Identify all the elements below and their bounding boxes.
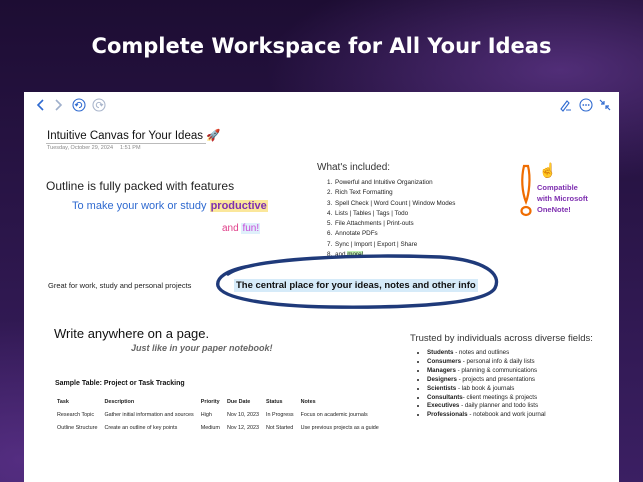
onenote-line: with Microsoft [537,194,588,203]
task-table[interactable]: Task Description Priority Due Date Statu… [55,399,384,438]
table-row[interactable]: Outline Structure Create an outline of k… [55,425,384,438]
list-item: Powerful and Intuitive Organization [334,178,455,188]
trusted-list[interactable]: Students - notes and outlines Consumers … [418,349,546,420]
table-header: Description [104,399,135,405]
list-item: Consultants- client meetings & projects [427,394,546,403]
role-label: Professionals [427,411,468,419]
note-canvas[interactable]: Intuitive Canvas for Your Ideas 🚀 Tuesda… [24,92,619,482]
fun-prefix: and [222,223,242,234]
role-label: Executives [427,402,460,410]
table-header: Status [266,399,283,405]
table-cell: Use previous projects as a guide [300,425,379,431]
role-desc: - client meetings & projects [462,393,538,401]
redo-icon[interactable] [92,98,106,112]
toolbar [24,92,619,118]
role-label: Students [427,349,454,356]
table-header: Due Date [226,399,251,405]
page-headline: Complete Workspace for All Your Ideas [91,34,552,58]
table-cell: Medium [200,425,220,431]
role-desc: - planning & communications [455,366,538,374]
list-item: File Attachments | Print-outs [334,219,455,229]
list-item: Annotate PDFs [334,229,455,239]
included-heading[interactable]: What's included: [317,162,390,173]
list-item: Lists | Tables | Tags | Todo [334,209,455,219]
list-item: Students - notes and outlines [427,349,546,358]
role-label: Managers [427,366,456,374]
title-divider [46,143,206,144]
table-cell: High [200,412,212,418]
list-item: Designers - projects and presentations [427,376,546,385]
role-desc: - personal info & daily lists [461,357,535,365]
table-cell: In Progress [266,412,294,418]
productive-highlight: productive [209,200,268,212]
paper-notebook-subtext[interactable]: Just like in your paper notebook! [131,343,273,353]
outline-heading[interactable]: Outline is fully packed with features [46,179,234,193]
list-item: Scientists - lab book & journals [427,385,546,394]
outline-fun[interactable]: and fun! [222,223,261,234]
more-icon[interactable] [579,98,593,112]
role-label: Scientists [427,384,457,392]
table-cell: Gather initial information and sources [104,412,194,418]
outline-sub-prefix: To make your work or study [72,200,210,212]
note-date: Tuesday, October 29, 2024 1:51 PM [47,145,141,151]
trusted-heading[interactable]: Trusted by individuals across diverse fi… [410,333,593,344]
undo-icon[interactable] [72,98,86,112]
note-time: 1:51 PM [120,145,141,151]
table-title[interactable]: Sample Table: Project or Task Tracking [55,380,185,387]
table-header: Priority [200,399,220,405]
list-item: Consumers - personal info & daily lists [427,358,546,367]
table-cell: Create an outline of key points [104,425,178,431]
role-label: Consumers [427,357,462,365]
role-desc: - notes and outlines [453,349,510,356]
table-header: Task [57,399,69,405]
list-item: Professionals - notebook and work journa… [427,411,546,420]
table-cell: Nov 12, 2023 [226,425,260,431]
role-label: Designers [427,375,457,383]
role-desc: - projects and presentations [456,375,535,383]
great-for-text[interactable]: Great for work, study and personal proje… [48,281,191,290]
list-item: Managers - planning & communications [427,367,546,376]
note-title[interactable]: Intuitive Canvas for Your Ideas 🚀 [47,128,221,142]
pen-icon[interactable] [558,98,572,112]
table-cell: Research Topic [57,412,95,418]
onenote-line: Compatible [537,183,578,192]
role-desc: - notebook and work journal [467,411,546,419]
collapse-icon[interactable] [598,98,612,112]
role-desc: - lab book & journals [456,384,515,392]
table-header: Notes [300,399,316,405]
role-label: Consultants [427,393,463,401]
back-arrow-icon[interactable] [34,98,48,112]
onenote-compatible[interactable]: Compatible with Microsoft OneNote! [537,182,607,215]
list-item: Sync | Import | Export | Share [334,240,455,250]
list-item: Rich Text Formatting [334,188,455,198]
included-list[interactable]: Powerful and Intuitive Organization Rich… [324,178,455,260]
note-date-text: Tuesday, October 29, 2024 [47,145,114,151]
table-cell: Outline Structure [57,425,98,431]
pointing-hand-icon: ☝ [539,162,557,178]
table-cell: Not Started [266,425,294,431]
list-item: Executives - daily planner and todo list… [427,402,546,411]
fun-word: fun! [241,223,261,234]
table-cell: Focus on academic journals [300,412,368,418]
forward-arrow-icon[interactable] [51,98,65,112]
role-desc: - daily planner and todo lists [459,402,539,410]
write-anywhere-heading[interactable]: Write anywhere on a page. [54,326,209,341]
table-cell: Nov 10, 2023 [226,412,260,418]
table-row[interactable]: Research Topic Gather initial informatio… [55,412,384,425]
table-header-row: Task Description Priority Due Date Statu… [55,399,384,412]
central-place-text[interactable]: The central place for your ideas, notes … [234,279,478,292]
exclamation-drawing [520,164,532,217]
onenote-line: OneNote! [537,205,571,214]
outline-subtext[interactable]: To make your work or study productive [72,200,268,212]
list-item: Spell Check | Word Count | Window Modes [334,199,455,209]
